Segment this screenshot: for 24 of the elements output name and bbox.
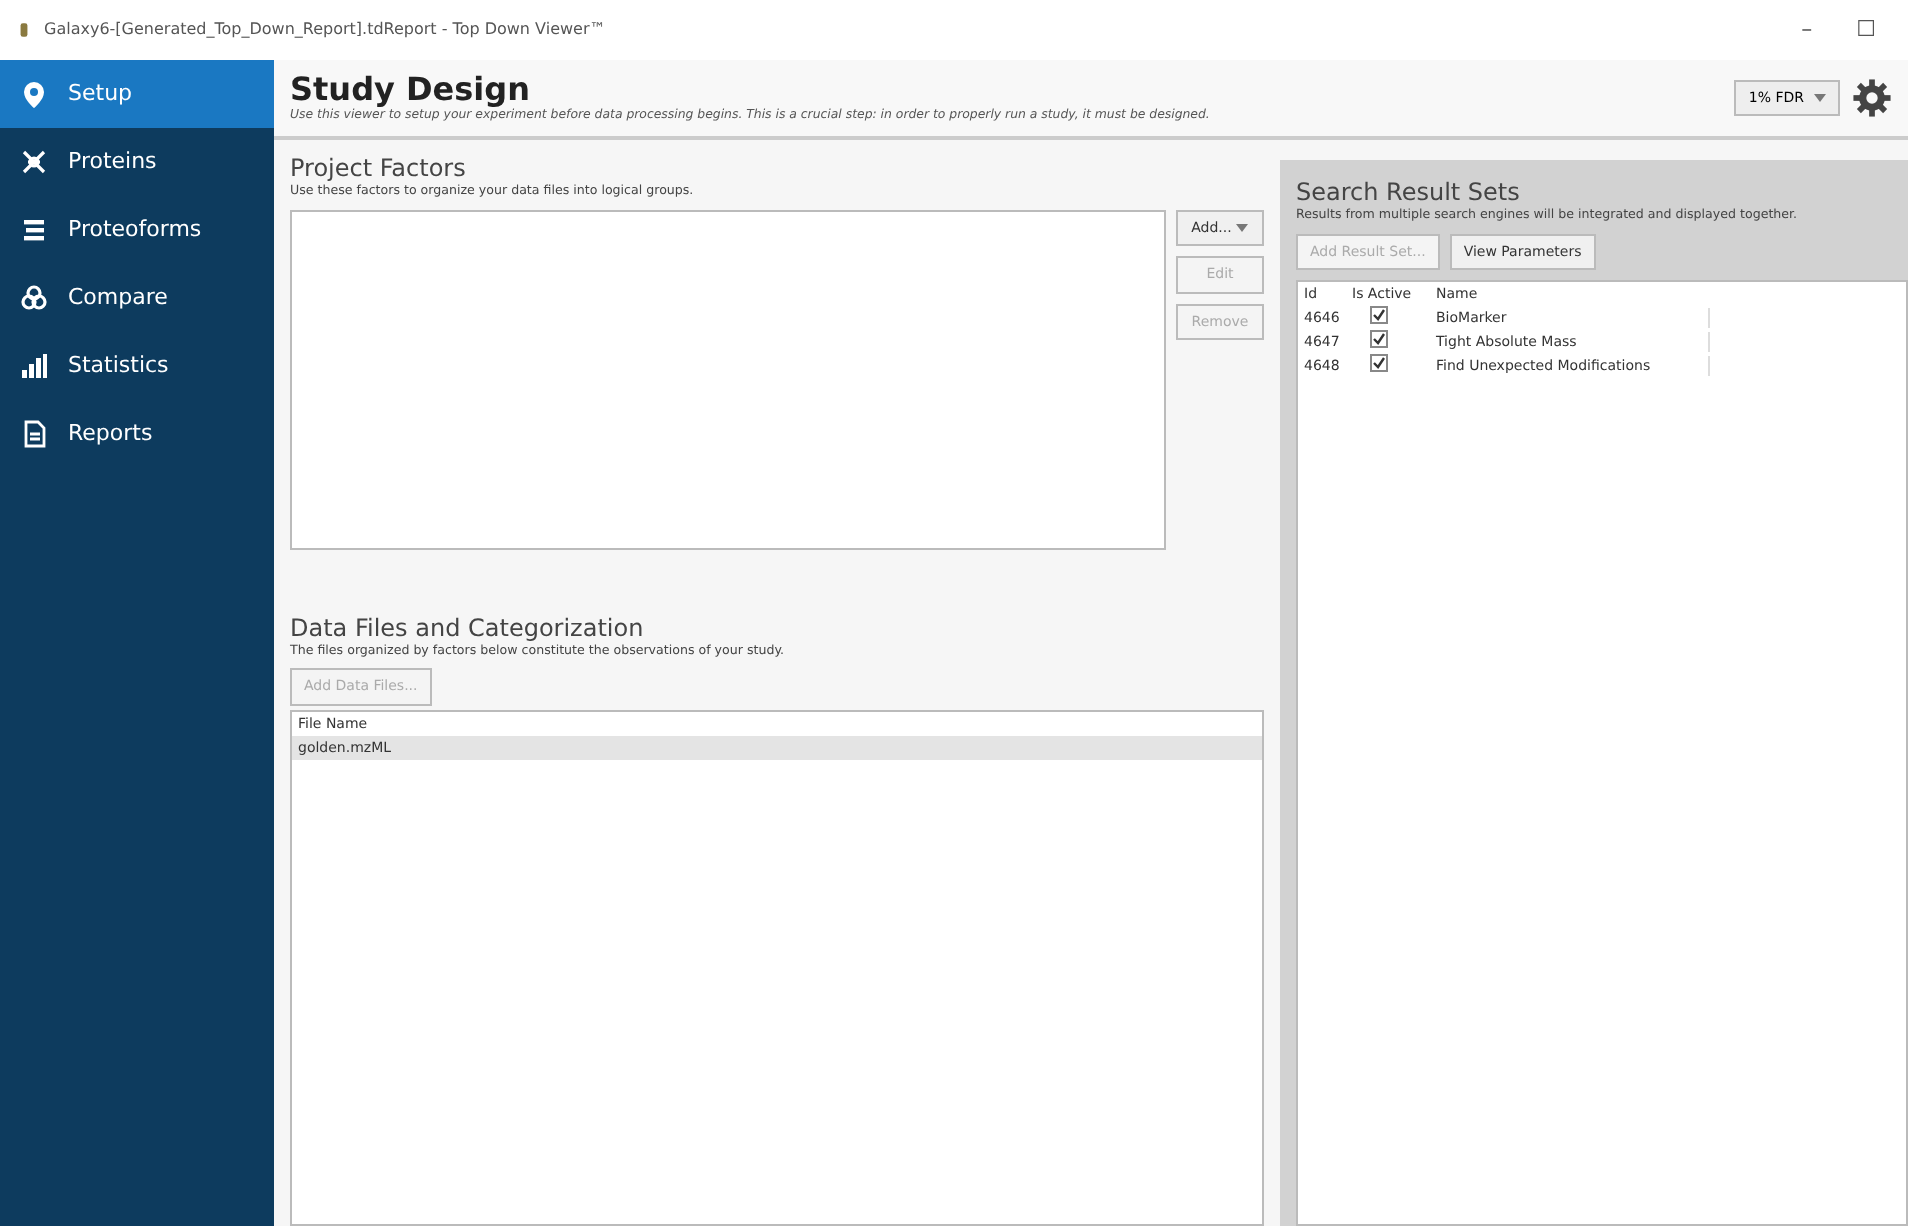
window-control-button[interactable]: ☐: [1856, 13, 1876, 47]
sidebar-item[interactable]: Proteoforms: [0, 196, 274, 264]
sidebar-item[interactable]: Reports: [0, 400, 274, 468]
pin-icon: [20, 80, 48, 108]
section-title: Data Files and Categorization: [290, 615, 646, 642]
section-title: Search Result Sets: [1296, 180, 1522, 207]
sidebar-item[interactable]: Statistics: [0, 332, 274, 400]
window-title: Galaxy6-[Generated_Top_Down_Report].tdReport - Top Down Viewer™: [44, 18, 606, 42]
sidebar-item[interactable]: Setup: [0, 60, 274, 128]
caret-icon: [1814, 94, 1826, 102]
bar-chart-icon: [20, 352, 48, 380]
checkbox[interactable]: [1370, 306, 1388, 325]
window-control-button[interactable]: –: [1801, 13, 1813, 47]
sidebar-item[interactable]: Compare: [0, 264, 274, 332]
page-title: Study Design: [290, 71, 530, 107]
document-icon: [20, 420, 48, 448]
venn-icon: [20, 284, 48, 312]
sidebar-item[interactable]: Proteins: [0, 128, 274, 196]
network-icon: [20, 148, 48, 176]
checkbox[interactable]: [1370, 330, 1388, 349]
checkbox[interactable]: [1370, 354, 1388, 373]
stack-icon: [20, 216, 48, 244]
section-title: Project Factors: [290, 156, 468, 183]
app-icon: [16, 20, 32, 40]
